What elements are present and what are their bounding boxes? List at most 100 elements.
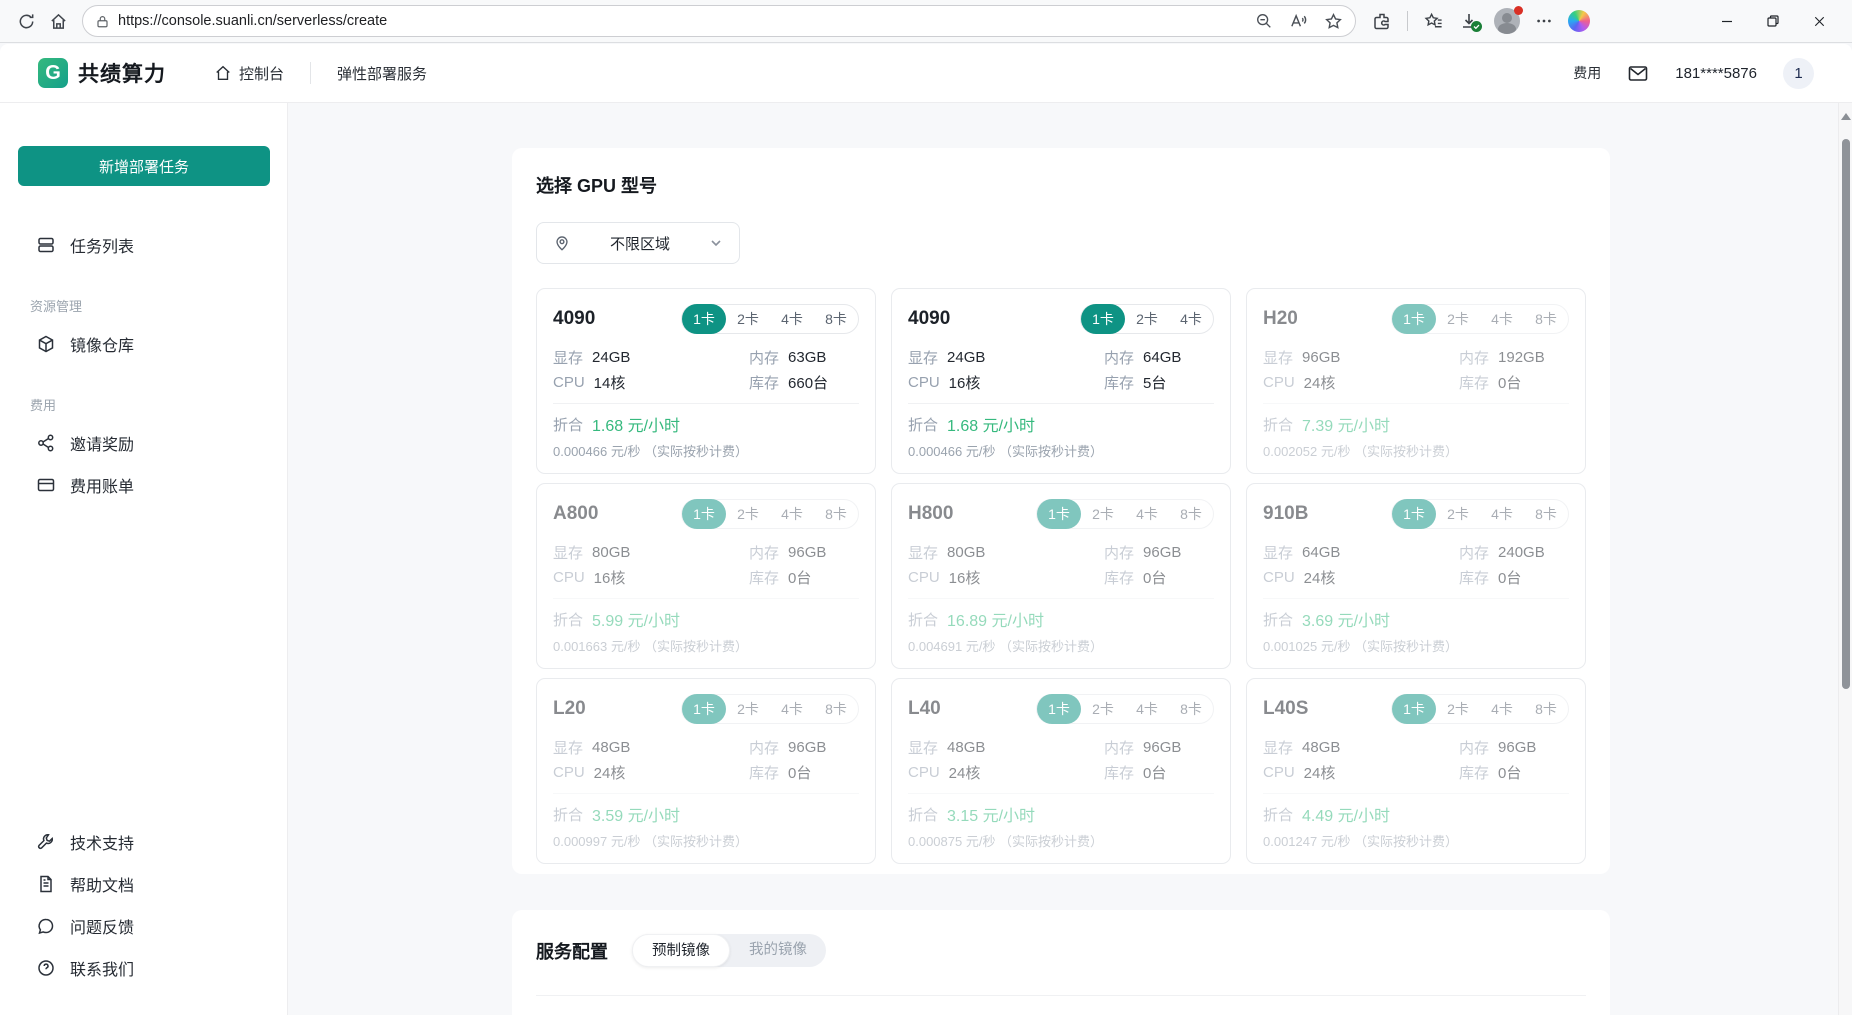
gpu-count-option[interactable]: 1卡	[682, 499, 726, 529]
gpu-count-option[interactable]: 8卡	[814, 499, 858, 529]
image-source-tabs: 预制镜像 我的镜像	[632, 934, 826, 967]
gpu-count-option[interactable]: 1卡	[1037, 499, 1081, 529]
gpu-count-option[interactable]: 4卡	[1169, 304, 1213, 334]
browser-profile-button[interactable]	[1494, 8, 1520, 34]
gpu-count-option[interactable]: 8卡	[814, 694, 858, 724]
gpu-spec: 库存0台	[1104, 565, 1214, 589]
gpu-card[interactable]: H20 1卡2卡4卡8卡 显存96GB 内存192GB CPU24核 库存0台 …	[1246, 288, 1586, 474]
gpu-hourly-price: 3.59 元/小时	[592, 802, 680, 826]
home-button[interactable]	[42, 5, 74, 37]
sidebar-item-tech-support[interactable]: 技术支持	[18, 821, 269, 863]
gpu-count-option[interactable]: 8卡	[1524, 694, 1568, 724]
gpu-count-option[interactable]: 8卡	[1169, 499, 1213, 529]
sidebar-item-label: 邀请奖励	[70, 431, 134, 455]
gpu-count-option[interactable]: 8卡	[1524, 499, 1568, 529]
gpu-count-option[interactable]: 4卡	[1480, 304, 1524, 334]
spec-label: CPU	[553, 374, 585, 391]
gpu-count-option[interactable]: 2卡	[1125, 304, 1169, 334]
gpu-count-option[interactable]: 1卡	[1037, 694, 1081, 724]
sidebar-item-label: 任务列表	[70, 233, 134, 257]
gpu-count-option[interactable]: 1卡	[682, 694, 726, 724]
sidebar-item-billing-statement[interactable]: 费用账单	[18, 464, 269, 506]
gpu-count-option[interactable]: 8卡	[1169, 694, 1213, 724]
refresh-button[interactable]	[10, 5, 42, 37]
scrollbar-up-arrow[interactable]	[1841, 113, 1851, 120]
gpu-count-option[interactable]: 2卡	[1081, 499, 1125, 529]
brand[interactable]: G 共绩算力	[38, 58, 166, 88]
zoom-out-icon[interactable]	[1255, 12, 1273, 30]
spec-value: 80GB	[947, 544, 985, 561]
gpu-count-option[interactable]: 4卡	[770, 304, 814, 334]
gpu-card[interactable]: 4090 1卡2卡4卡8卡 显存24GB 内存63GB CPU14核 库存660…	[536, 288, 876, 474]
spec-value: 24核	[1304, 567, 1336, 588]
tab-prebuilt-images[interactable]: 预制镜像	[632, 934, 730, 967]
sidebar-item-help-docs[interactable]: 帮助文档	[18, 863, 269, 905]
gpu-count-option[interactable]: 4卡	[1125, 694, 1169, 724]
mail-icon[interactable]	[1627, 63, 1649, 83]
spec-label: CPU	[908, 569, 940, 586]
tab-my-images[interactable]: 我的镜像	[730, 934, 826, 967]
gpu-per-second-price: 0.001025 元/秒 （实际按秒计费）	[1263, 636, 1569, 655]
gpu-count-option[interactable]: 4卡	[1480, 499, 1524, 529]
scrollbar-thumb[interactable]	[1842, 139, 1850, 689]
more-icon[interactable]	[1535, 12, 1553, 30]
extensions-icon[interactable]	[1372, 11, 1392, 31]
gpu-count-option[interactable]: 1卡	[1081, 304, 1125, 334]
gpu-spec: CPU14核	[553, 370, 749, 394]
copilot-icon[interactable]	[1568, 10, 1590, 32]
gpu-count-option[interactable]: 1卡	[682, 304, 726, 334]
sidebar-item-task-list[interactable]: 任务列表	[18, 224, 269, 266]
gpu-count-option[interactable]: 4卡	[1125, 499, 1169, 529]
gpu-count-option[interactable]: 8卡	[814, 304, 858, 334]
minimize-button[interactable]	[1704, 3, 1750, 39]
gpu-count-selector: 1卡2卡4卡8卡	[1036, 499, 1214, 529]
screen: https://console.suanli.cn/serverless/cre…	[0, 0, 1852, 1015]
sidebar-item-invite-reward[interactable]: 邀请奖励	[18, 422, 269, 464]
gpu-count-option[interactable]: 2卡	[1436, 499, 1480, 529]
gpu-count-option[interactable]: 2卡	[726, 499, 770, 529]
nav-console[interactable]: 控制台	[214, 63, 284, 84]
gpu-count-option[interactable]: 2卡	[726, 694, 770, 724]
gpu-count-option[interactable]: 2卡	[1081, 694, 1125, 724]
gpu-card[interactable]: 910B 1卡2卡4卡8卡 显存64GB 内存240GB CPU24核 库存0台…	[1246, 483, 1586, 669]
window-controls	[1704, 3, 1842, 39]
gpu-count-option[interactable]: 2卡	[1436, 694, 1480, 724]
gpu-count-option[interactable]: 1卡	[1392, 499, 1436, 529]
gpu-count-option[interactable]: 4卡	[1480, 694, 1524, 724]
downloads-button[interactable]	[1459, 11, 1479, 31]
gpu-count-option[interactable]: 2卡	[726, 304, 770, 334]
gpu-card[interactable]: A800 1卡2卡4卡8卡 显存80GB 内存96GB CPU16核 库存0台 …	[536, 483, 876, 669]
close-button[interactable]	[1796, 3, 1842, 39]
gpu-card[interactable]: L20 1卡2卡4卡8卡 显存48GB 内存96GB CPU24核 库存0台 折…	[536, 678, 876, 864]
favorites-bar-icon[interactable]	[1423, 11, 1444, 32]
sidebar-item-contact-us[interactable]: 联系我们	[18, 947, 269, 989]
gpu-count-option[interactable]: 2卡	[1436, 304, 1480, 334]
gpu-card[interactable]: L40S 1卡2卡4卡8卡 显存48GB 内存96GB CPU24核 库存0台 …	[1246, 678, 1586, 864]
gpu-count-option[interactable]: 8卡	[1524, 304, 1568, 334]
account-avatar[interactable]: 1	[1783, 58, 1814, 89]
sidebar-item-feedback[interactable]: 问题反馈	[18, 905, 269, 947]
gpu-per-second-price: 0.004691 元/秒 （实际按秒计费）	[908, 636, 1214, 655]
restore-button[interactable]	[1750, 3, 1796, 39]
favorite-star-icon[interactable]	[1324, 12, 1343, 31]
address-bar[interactable]: https://console.suanli.cn/serverless/cre…	[82, 5, 1356, 37]
billing-link[interactable]: 费用	[1573, 63, 1601, 83]
gpu-count-option[interactable]: 1卡	[1392, 694, 1436, 724]
sidebar: 新增部署任务 任务列表 资源管理 镜像仓库 费用 邀请奖励 费用账单	[0, 103, 288, 1015]
account-phone[interactable]: 181****5876	[1675, 65, 1757, 82]
gpu-card[interactable]: H800 1卡2卡4卡8卡 显存80GB 内存96GB CPU16核 库存0台 …	[891, 483, 1231, 669]
gpu-count-option[interactable]: 4卡	[770, 694, 814, 724]
gpu-count-option[interactable]: 4卡	[770, 499, 814, 529]
sidebar-item-label: 联系我们	[70, 956, 134, 980]
spec-label: 内存	[1104, 347, 1134, 368]
gpu-count-option[interactable]: 1卡	[1392, 304, 1436, 334]
price-prefix: 折合	[553, 804, 583, 825]
gpu-card[interactable]: 4090 1卡2卡4卡 显存24GB 内存64GB CPU16核 库存5台 折合…	[891, 288, 1231, 474]
new-task-button[interactable]: 新增部署任务	[18, 146, 270, 186]
region-filter-select[interactable]: 不限区域	[536, 222, 740, 264]
sidebar-item-image-repo[interactable]: 镜像仓库	[18, 323, 269, 365]
nav-service[interactable]: 弹性部署服务	[337, 63, 427, 84]
read-aloud-icon[interactable]	[1289, 12, 1308, 31]
gpu-card[interactable]: L40 1卡2卡4卡8卡 显存48GB 内存96GB CPU24核 库存0台 折…	[891, 678, 1231, 864]
sidebar-item-label: 镜像仓库	[70, 332, 134, 356]
